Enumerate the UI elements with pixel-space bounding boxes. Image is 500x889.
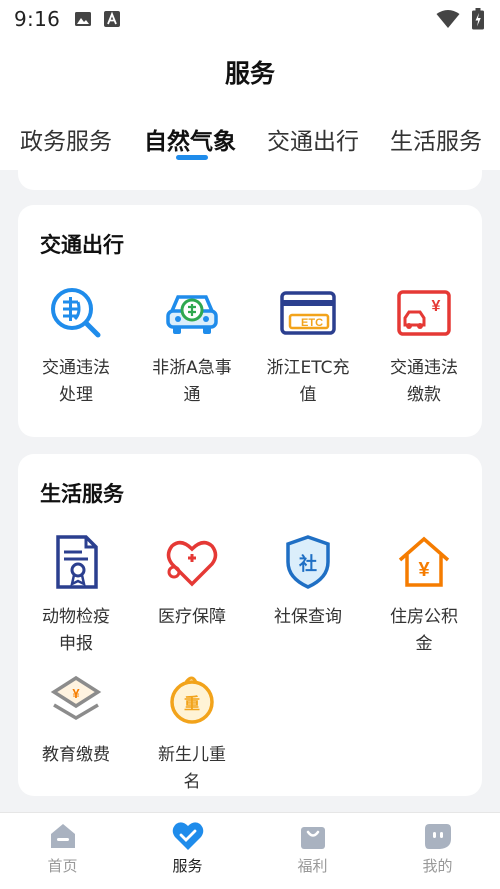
service-label: 医疗保障 <box>158 607 226 627</box>
svg-text:¥: ¥ <box>418 559 430 581</box>
bottom-nav: 首页 服务 福利 我的 <box>0 812 500 889</box>
house-yuan-icon: ¥ <box>396 534 452 590</box>
life-services-card: 生活服务 动物检疫申报 医疗保障 社 社保查询 ¥ 住房公积金 ¥ 教育缴费 重… <box>18 454 482 796</box>
status-bar: 9:16 <box>0 0 500 38</box>
previous-card-bottom <box>18 168 482 190</box>
service-traffic-violation-handling[interactable]: 交通违法处理 <box>18 285 134 409</box>
service-label: 动物检疫申报 <box>42 607 110 654</box>
nav-home[interactable]: 首页 <box>0 821 125 876</box>
service-label: 新生儿重名 <box>158 745 226 792</box>
heart-check-icon <box>125 821 250 851</box>
tab-nature-weather[interactable]: 自然气象 <box>144 122 236 156</box>
service-zhejiang-etc-recharge[interactable]: _ETC 浙江ETC充值 <box>250 285 366 409</box>
service-label: 教育缴费 <box>42 745 110 765</box>
etc-card-icon: _ETC <box>280 285 336 341</box>
service-education-payment[interactable]: ¥ 教育缴费 <box>18 672 134 769</box>
service-newborn-duplicate-name[interactable]: 重 新生儿重名 <box>134 672 250 796</box>
svg-text:¥: ¥ <box>432 298 441 315</box>
service-label: 住房公积金 <box>390 607 458 654</box>
service-label: 浙江ETC充值 <box>266 358 350 405</box>
traffic-card: 交通出行 交通违法处理 非浙A急事通 _ETC 浙江ETC充值 ¥ 交通违法缴款 <box>18 205 482 437</box>
tab-life-services[interactable]: 生活服务 <box>390 122 482 156</box>
status-time: 9:16 <box>14 7 61 31</box>
svg-text:社: 社 <box>299 553 317 575</box>
battery-icon <box>472 8 484 34</box>
nav-label: 服务 <box>172 857 203 875</box>
urgent-car-icon <box>164 285 220 341</box>
wifi-icon <box>436 9 460 33</box>
service-medical-insurance[interactable]: 医疗保障 <box>134 534 250 631</box>
education-payment-icon: ¥ <box>48 672 104 728</box>
service-housing-fund[interactable]: ¥ 住房公积金 <box>366 534 482 658</box>
car-payment-icon: ¥ <box>396 285 452 341</box>
service-label: 交通违法缴款 <box>390 358 458 405</box>
traffic-card-title: 交通出行 <box>40 233 124 257</box>
certificate-document-icon <box>48 534 104 590</box>
svg-text:¥: ¥ <box>72 686 80 701</box>
life-card-title: 生活服务 <box>40 482 124 506</box>
gift-bag-icon <box>250 821 375 851</box>
service-label: 非浙A急事通 <box>152 358 232 405</box>
social-security-shield-icon: 社 <box>280 534 336 590</box>
service-label: 社保查询 <box>274 607 342 627</box>
heart-stethoscope-icon <box>164 534 220 590</box>
profile-face-icon <box>375 821 500 851</box>
baby-name-icon: 重 <box>164 672 220 728</box>
image-notification-icon <box>74 10 92 28</box>
service-traffic-violation-payment[interactable]: ¥ 交通违法缴款 <box>366 285 482 409</box>
nav-services[interactable]: 服务 <box>125 821 250 876</box>
service-label: 交通违法处理 <box>42 358 110 405</box>
category-tabs: 政务服务 自然气象 交通出行 生活服务 <box>0 108 500 170</box>
tab-government-services[interactable]: 政务服务 <box>20 122 112 156</box>
a-notification-icon <box>104 10 121 28</box>
header: 服务 <box>0 38 500 108</box>
nav-label: 福利 <box>297 857 328 875</box>
tab-traffic-travel[interactable]: 交通出行 <box>267 122 359 156</box>
service-urgent-access[interactable]: 非浙A急事通 <box>134 285 250 409</box>
home-icon <box>0 821 125 851</box>
nav-profile[interactable]: 我的 <box>375 821 500 876</box>
nav-benefits[interactable]: 福利 <box>250 821 375 876</box>
active-tab-indicator <box>176 155 208 160</box>
svg-text:_ETC: _ETC <box>294 317 323 329</box>
service-animal-quarantine[interactable]: 动物检疫申报 <box>18 534 134 658</box>
page-title: 服务 <box>224 59 275 88</box>
nav-label: 首页 <box>47 857 78 875</box>
violation-search-icon <box>48 285 104 341</box>
svg-text:重: 重 <box>184 694 200 713</box>
service-social-security-query[interactable]: 社 社保查询 <box>250 534 366 631</box>
nav-label: 我的 <box>422 857 453 875</box>
